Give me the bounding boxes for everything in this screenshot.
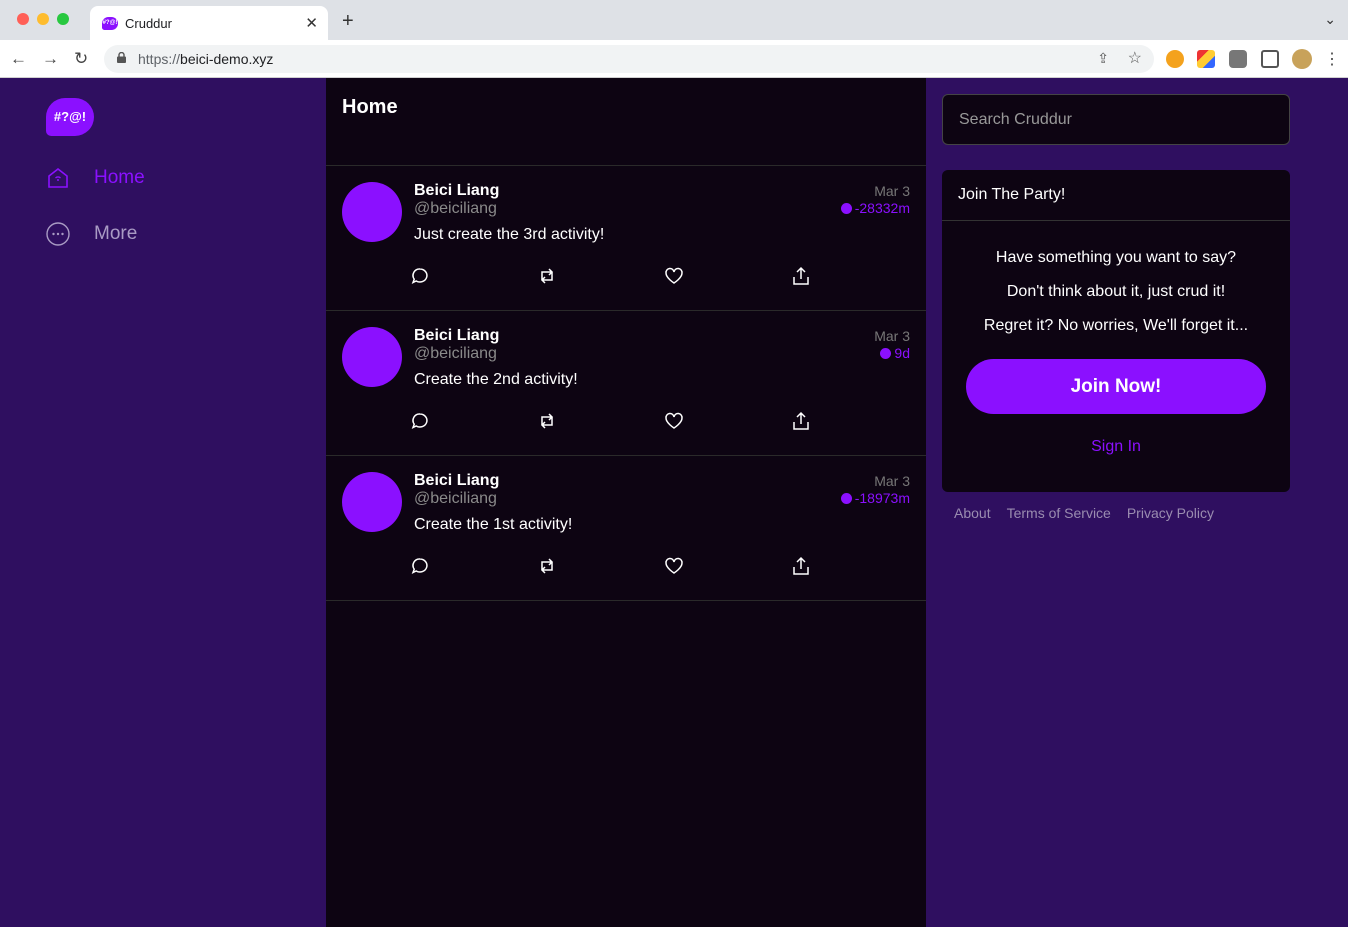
post-actions (410, 266, 830, 288)
tab-bar: #?@! Cruddur ✕ + ⌄ (0, 0, 1348, 41)
avatar[interactable] (342, 182, 402, 242)
tab-search-chevron-icon[interactable]: ⌄ (1324, 11, 1336, 28)
post-message: Create the 1st activity! (414, 516, 573, 533)
address-bar[interactable]: https://beici-demo.xyz ⇪ ☆ (104, 45, 1154, 73)
url-scheme: https:// (138, 51, 181, 67)
maximize-window-button[interactable] (57, 13, 69, 25)
post-expiry: -28332m (840, 200, 910, 216)
extension-colorful-icon[interactable] (1197, 50, 1215, 68)
right-sidebar: Join The Party! Have something you want … (926, 78, 1348, 927)
post-handle[interactable]: @beiciliang (414, 345, 497, 363)
post-date: Mar 3 (874, 473, 910, 489)
feed-header: Home (326, 78, 926, 166)
post-date: Mar 3 (874, 328, 910, 344)
reply-icon[interactable] (410, 266, 430, 286)
activity-item[interactable]: Beici Liang @beiciliang Create the 2nd a… (326, 311, 926, 456)
profile-avatar[interactable] (1292, 49, 1312, 69)
extension-g-icon[interactable] (1166, 50, 1184, 68)
join-panel-line: Have something you want to say? (995, 249, 1237, 266)
minimize-window-button[interactable] (37, 13, 49, 25)
side-panel-icon[interactable] (1261, 50, 1279, 68)
back-button[interactable]: ← (10, 49, 27, 69)
reload-button[interactable]: ↻ (74, 49, 88, 69)
activity-item[interactable]: Beici Liang @beiciliang Just create the … (326, 166, 926, 311)
sign-in-link[interactable]: Sign In (942, 438, 1290, 456)
repost-icon[interactable] (537, 556, 557, 576)
bomb-icon (880, 347, 892, 359)
new-tab-button[interactable]: + (342, 10, 354, 33)
tab-close-icon[interactable]: ✕ (305, 14, 318, 32)
join-panel-line: Regret it? No worries, We'll forget it..… (983, 317, 1249, 334)
like-heart-icon[interactable] (664, 266, 684, 286)
like-heart-icon[interactable] (664, 556, 684, 576)
footer-link-privacy[interactable]: Privacy Policy (1127, 505, 1214, 521)
sidebar-item-more[interactable]: More (46, 219, 137, 249)
bomb-icon (840, 492, 852, 504)
browser-toolbar: ← → ↻ https://beici-demo.xyz ⇪ ☆ ⋮ (0, 40, 1348, 78)
page-title: Home (342, 96, 398, 118)
share-upload-icon[interactable] (791, 556, 811, 576)
browser-menu-icon[interactable]: ⋮ (1324, 49, 1340, 69)
join-panel: Join The Party! Have something you want … (942, 170, 1290, 492)
footer-link-terms[interactable]: Terms of Service (1007, 505, 1111, 521)
url-host: beici-demo.xyz (180, 51, 274, 67)
reply-icon[interactable] (410, 556, 430, 576)
share-icon[interactable]: ⇪ (1097, 50, 1109, 67)
sidebar: #?@! Home More (0, 78, 326, 927)
share-upload-icon[interactable] (791, 266, 811, 286)
post-display-name[interactable]: Beici Liang (414, 327, 499, 345)
footer-links: About Terms of Service Privacy Policy (954, 505, 1214, 521)
post-actions (410, 411, 830, 433)
search-input[interactable] (942, 94, 1290, 145)
app-page: #?@! Home More Home Beici Liang @beicili… (0, 78, 1348, 927)
post-date: Mar 3 (874, 183, 910, 199)
tab-favicon-icon: #?@! (102, 17, 118, 30)
sidebar-item-home[interactable]: Home (46, 163, 145, 193)
post-actions (410, 556, 830, 578)
post-handle[interactable]: @beiciliang (414, 200, 497, 218)
avatar[interactable] (342, 472, 402, 532)
cruddur-logo[interactable]: #?@! (46, 98, 94, 136)
post-display-name[interactable]: Beici Liang (414, 182, 499, 200)
sidebar-item-label: More (94, 223, 138, 244)
post-message: Just create the 3rd activity! (414, 226, 605, 243)
avatar[interactable] (342, 327, 402, 387)
browser-chrome: #?@! Cruddur ✕ + ⌄ ← → ↻ https://beici-d… (0, 0, 1348, 78)
like-heart-icon[interactable] (664, 411, 684, 431)
forward-button[interactable]: → (42, 49, 59, 69)
sidebar-item-label: Home (94, 167, 145, 188)
post-expiry: -18973m (840, 490, 910, 506)
post-display-name[interactable]: Beici Liang (414, 472, 499, 490)
bookmark-star-icon[interactable]: ☆ (1128, 48, 1142, 68)
extensions-puzzle-icon[interactable] (1229, 50, 1247, 68)
repost-icon[interactable] (537, 411, 557, 431)
post-handle[interactable]: @beiciliang (414, 490, 497, 508)
feed: Home Beici Liang @beiciliang Just create… (326, 78, 926, 927)
browser-tab[interactable]: #?@! Cruddur ✕ (90, 6, 328, 41)
join-panel-title: Join The Party! (942, 170, 1290, 221)
post-expiry-value: 9d (894, 345, 910, 361)
post-expiry-value: -28332m (854, 200, 910, 216)
url-text: https://beici-demo.xyz (138, 51, 273, 67)
home-icon (48, 167, 68, 188)
activity-item[interactable]: Beici Liang @beiciliang Create the 1st a… (326, 456, 926, 601)
more-icon (46, 222, 70, 246)
join-panel-line: Don't think about it, just crud it! (1006, 283, 1226, 300)
tab-title: Cruddur (125, 16, 172, 31)
repost-icon[interactable] (537, 266, 557, 286)
join-now-button[interactable]: Join Now! (966, 359, 1266, 414)
bomb-icon (840, 202, 852, 214)
footer-link-about[interactable]: About (954, 505, 991, 521)
post-expiry-value: -18973m (854, 490, 910, 506)
lock-icon (117, 52, 126, 63)
share-upload-icon[interactable] (791, 411, 811, 431)
post-message: Create the 2nd activity! (414, 371, 578, 388)
post-expiry: 9d (880, 345, 910, 361)
close-window-button[interactable] (17, 13, 29, 25)
reply-icon[interactable] (410, 411, 430, 431)
